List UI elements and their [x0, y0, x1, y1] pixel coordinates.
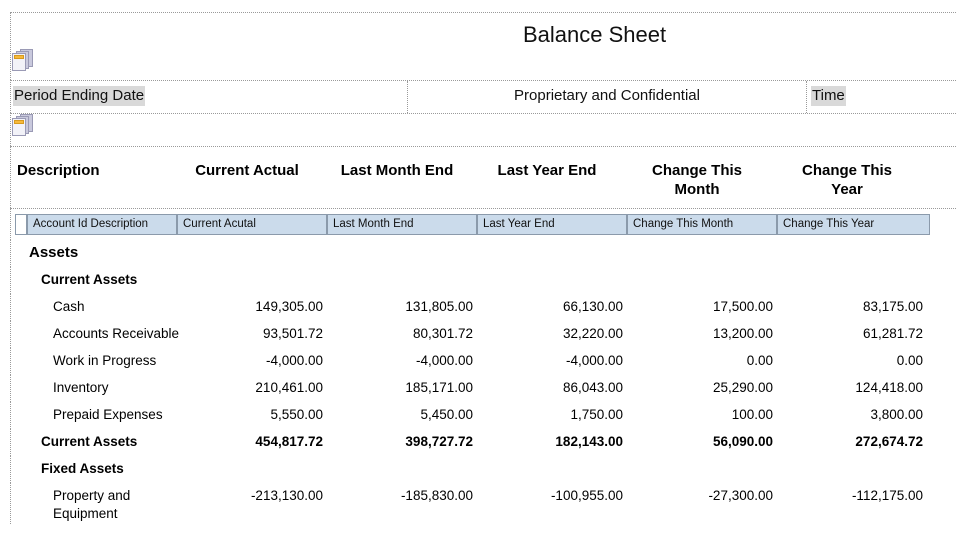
column-title-change-this-year: Change This Year: [801, 162, 892, 198]
row-label: Accounts Receivable: [53, 326, 180, 341]
row-handle[interactable]: [15, 214, 27, 235]
row-label: Prepaid Expenses: [53, 407, 163, 422]
row-value: 25,290.00: [712, 380, 773, 395]
row-value: 32,220.00: [562, 326, 623, 341]
row-label: Assets: [29, 244, 79, 261]
field-name-current-actual[interactable]: Current Acutal: [177, 214, 327, 235]
row-value: 5,450.00: [420, 407, 473, 422]
row-value: 5,550.00: [270, 407, 323, 422]
row-value: 0.00: [746, 353, 773, 368]
row-value: -27,300.00: [708, 488, 773, 503]
row-value: 185,171.00: [405, 380, 473, 395]
row-value: 93,501.72: [262, 326, 323, 341]
row-label: Work in Progress: [53, 353, 157, 368]
table-row[interactable]: Assets: [10, 240, 956, 267]
spacer-band: [10, 113, 956, 146]
row-value: -4,000.00: [415, 353, 473, 368]
row-value: 272,674.72: [855, 434, 923, 449]
column-title-change-this-month: Change This Month: [651, 162, 742, 198]
column-titles-band: Description Current Actual Last Month En…: [10, 146, 956, 208]
table-row[interactable]: Work in Progress -4,000.00 -4,000.00 -4,000…: [10, 348, 956, 375]
row-value: 454,817.72: [255, 434, 323, 449]
row-value: -4,000.00: [265, 353, 323, 368]
column-title-current-actual: Current Actual: [195, 162, 299, 179]
time-cell[interactable]: Time: [807, 81, 956, 113]
column-title-last-month-end: Last Month End: [340, 162, 454, 179]
row-value: 66,130.00: [562, 299, 623, 314]
confidential-label: Proprietary and Confidential: [514, 87, 700, 104]
row-value: 3,800.00: [870, 407, 923, 422]
row-value: -112,175.00: [851, 488, 923, 503]
row-label: Fixed Assets: [41, 461, 124, 476]
balance-sheet-report: Balance Sheet Period Ending Date Proprie…: [0, 0, 956, 533]
table-row[interactable]: Current Assets 454,817.72 398,727.72 182,14…: [10, 429, 956, 456]
report-title-band: Balance Sheet: [10, 12, 956, 80]
row-value: -4,000.00: [565, 353, 623, 368]
row-value: 131,805.00: [405, 299, 473, 314]
field-names-band: Account Id Description Current Acutal La…: [10, 208, 956, 240]
row-value: 124,418.00: [855, 380, 923, 395]
column-title-last-year-end: Last Year End: [497, 162, 597, 179]
row-label: Current Assets: [41, 272, 138, 287]
document-accent-band: [14, 120, 24, 124]
row-value: 13,200.00: [712, 326, 773, 341]
row-value: 0.00: [896, 353, 923, 368]
period-ending-date-label: Period Ending Date: [13, 86, 146, 106]
row-value: 80,301.72: [412, 326, 473, 341]
report-rows: Assets Current Assets Cash 149,305.00 131,80…: [10, 240, 956, 524]
field-name-last-year-end[interactable]: Last Year End: [477, 214, 627, 235]
table-row[interactable]: Property and Equipment -213,130.00 -185,83…: [10, 483, 956, 524]
row-value: 61,281.72: [862, 326, 923, 341]
field-name-change-this-year[interactable]: Change This Year: [777, 214, 930, 235]
time-label: Time: [811, 86, 846, 106]
row-value: 210,461.00: [255, 380, 323, 395]
row-value: -213,130.00: [250, 488, 323, 503]
document-accent-band: [14, 55, 24, 59]
table-row[interactable]: Fixed Assets: [10, 456, 956, 483]
row-value: 149,305.00: [255, 299, 323, 314]
field-name-change-this-month[interactable]: Change This Month: [627, 214, 777, 235]
row-label: Current Assets: [41, 434, 138, 449]
row-value: 100.00: [731, 407, 773, 422]
row-value: 1,750.00: [570, 407, 623, 422]
row-label: Inventory: [53, 380, 109, 395]
stacked-documents-icon[interactable]: [12, 114, 34, 136]
row-value: -185,830.00: [400, 488, 473, 503]
table-row[interactable]: Inventory 210,461.00 185,171.00 86,043.00 25…: [10, 375, 956, 402]
row-label: Property and Equipment: [53, 488, 131, 521]
row-value: 17,500.00: [712, 299, 773, 314]
stacked-documents-icon[interactable]: [12, 49, 34, 71]
field-name-account-id-description[interactable]: Account Id Description: [27, 214, 177, 235]
field-name-last-month-end[interactable]: Last Month End: [327, 214, 477, 235]
confidential-cell: Proprietary and Confidential: [408, 81, 807, 113]
row-value: -100,955.00: [550, 488, 623, 503]
page-title: Balance Sheet: [523, 22, 667, 47]
row-value: 83,175.00: [862, 299, 923, 314]
row-value: 86,043.00: [562, 380, 623, 395]
row-value: 182,143.00: [555, 434, 623, 449]
row-value: 398,727.72: [405, 434, 473, 449]
table-row[interactable]: Current Assets: [10, 267, 956, 294]
row-label: Cash: [53, 299, 85, 314]
period-ending-date-cell[interactable]: Period Ending Date: [11, 81, 408, 113]
page-header-band: Period Ending Date Proprietary and Confi…: [10, 80, 956, 113]
table-row[interactable]: Prepaid Expenses 5,550.00 5,450.00 1,750.00…: [10, 402, 956, 429]
table-row[interactable]: Cash 149,305.00 131,805.00 66,130.00 17,500.…: [10, 294, 956, 321]
table-row[interactable]: Accounts Receivable 93,501.72 80,301.72 32,…: [10, 321, 956, 348]
row-value: 56,090.00: [712, 434, 773, 449]
